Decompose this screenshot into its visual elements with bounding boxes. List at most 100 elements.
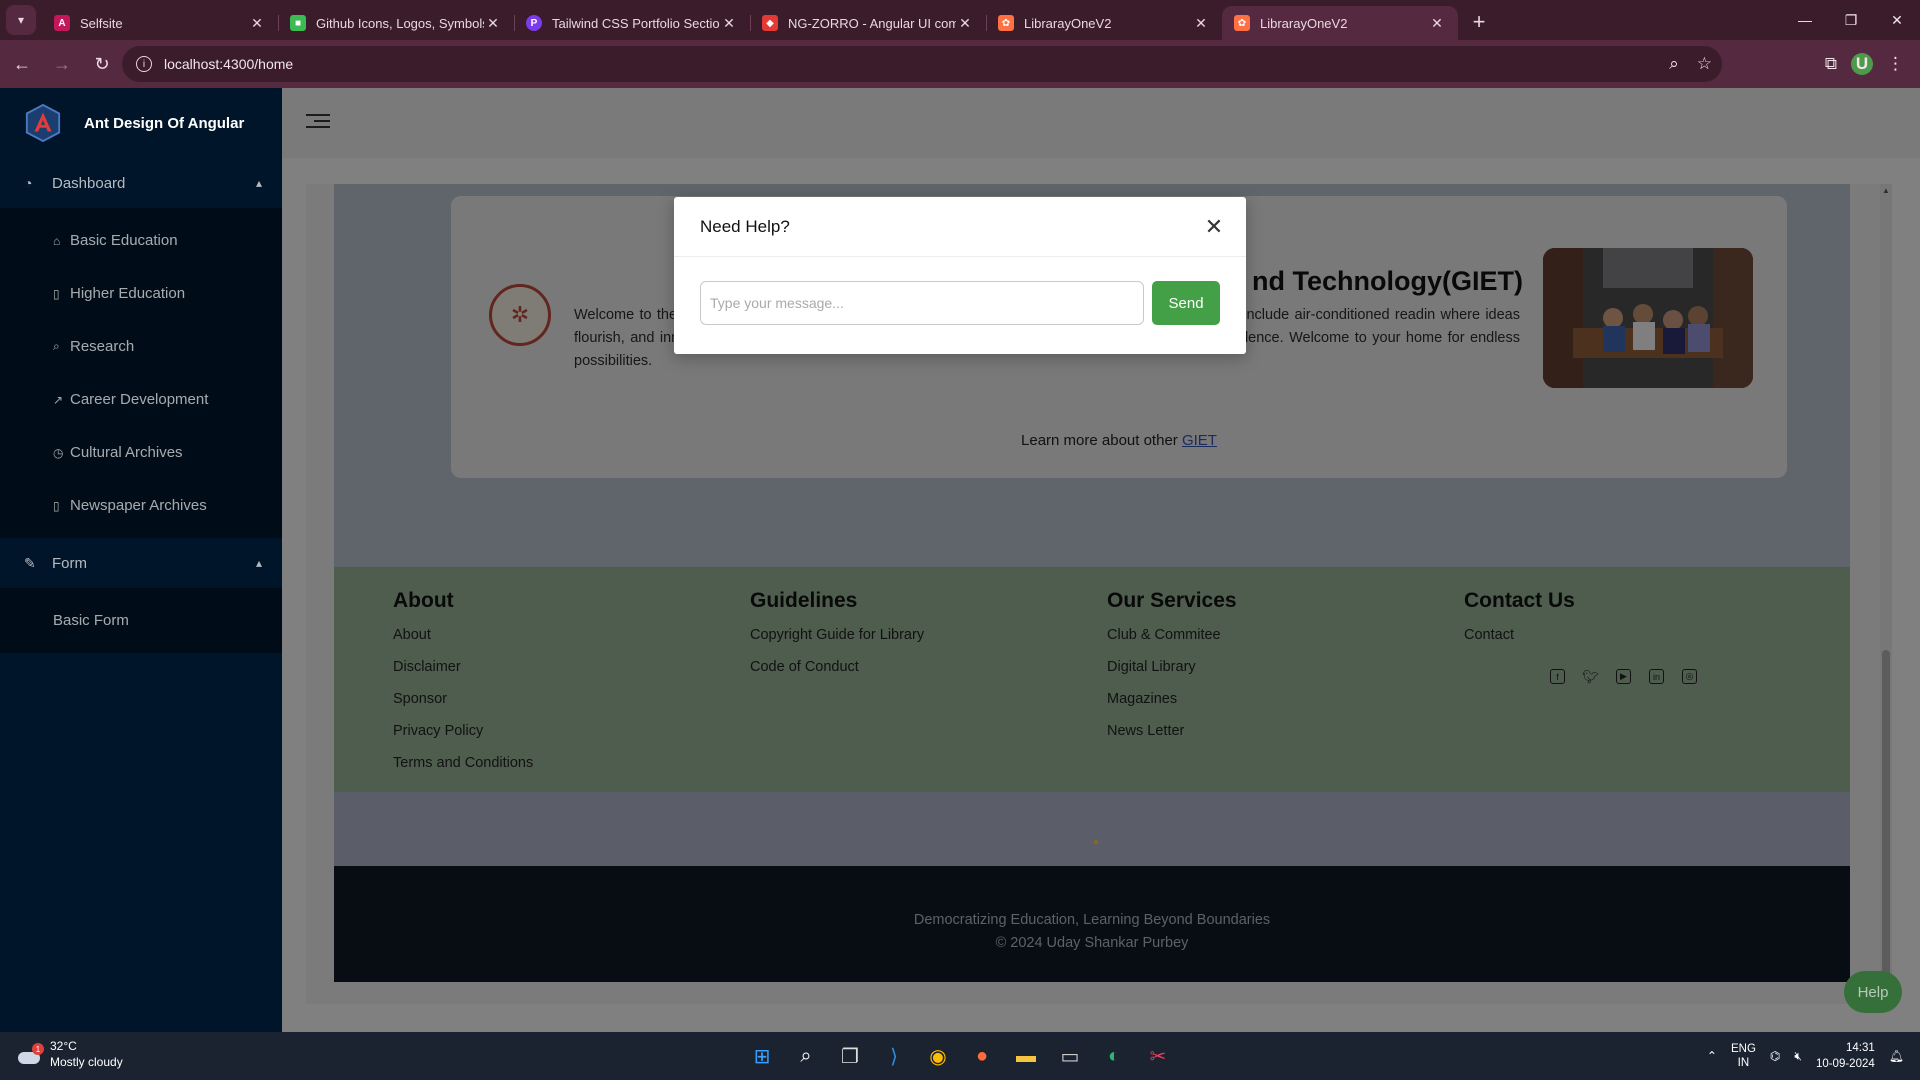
- tab-title: LibrarayOneV2: [1024, 15, 1112, 31]
- browser-tab[interactable]: ◆ NG-ZORRO - Angular UI compo ✕: [750, 6, 986, 40]
- back-arrow-icon[interactable]: ←: [4, 46, 40, 82]
- bookmark-star-icon[interactable]: ☆: [1697, 54, 1712, 74]
- book-icon: ▯: [53, 286, 60, 301]
- help-button[interactable]: Help: [1844, 971, 1902, 1013]
- angular-favicon-icon: ✿: [1234, 15, 1250, 31]
- browser-tab[interactable]: ■ Github Icons, Logos, Symbols – ✕: [278, 6, 514, 40]
- dashboard-submenu: ⌂ Basic Education ▯ Higher Education ⌕ R…: [0, 208, 282, 538]
- windows-start-icon[interactable]: ⊞: [748, 1042, 776, 1070]
- network-icon[interactable]: ⌬: [1770, 1049, 1780, 1063]
- menu-item-label: Newspaper Archives: [70, 497, 207, 514]
- tab-close-icon[interactable]: ✕: [1428, 15, 1446, 32]
- modal-header: Need Help?: [674, 197, 1246, 257]
- browser-tab[interactable]: P Tailwind CSS Portfolio Section | ✕: [514, 6, 750, 40]
- minimize-icon[interactable]: —: [1782, 0, 1828, 40]
- menu-item-label: Basic Education: [70, 232, 178, 249]
- task-view-icon[interactable]: ❐: [836, 1042, 864, 1070]
- tab-close-icon[interactable]: ✕: [248, 15, 266, 32]
- menu-item-cultural-archives[interactable]: ◷ Cultural Archives: [0, 426, 282, 479]
- menu-item-newspaper-archives[interactable]: ▯ Newspaper Archives: [0, 479, 282, 532]
- history-icon: ◷: [53, 445, 64, 460]
- browser-toolbar: ← → ↻ i localhost:4300/home ⌕ ☆ ⧉ U ⋮: [0, 40, 1920, 88]
- sidebar: Ant Design Of Angular ◔ Dashboard ▴ ⌂ Ba…: [0, 88, 282, 1032]
- tab-close-icon[interactable]: ✕: [1192, 15, 1210, 32]
- date-text: 10-09-2024: [1815, 1058, 1875, 1070]
- home-icon: ⌂: [53, 233, 61, 248]
- time-text: 14:31: [1845, 1042, 1875, 1054]
- temperature-text: 32°C: [50, 1039, 77, 1053]
- menu-item-basic-form[interactable]: Basic Form: [0, 594, 282, 647]
- language-indicator[interactable]: ENG IN: [1731, 1042, 1756, 1070]
- browser-tab-active[interactable]: ✿ LibrarayOneV2 ✕: [1222, 6, 1458, 40]
- close-icon[interactable]: ✕: [1200, 213, 1228, 241]
- vscode-icon[interactable]: ⟩: [880, 1042, 908, 1070]
- cloudy-weather-icon: 1: [14, 1042, 44, 1066]
- tab-close-icon[interactable]: ✕: [484, 15, 502, 32]
- terminal-icon[interactable]: ▭: [1056, 1042, 1084, 1070]
- tab-title: Selfsite: [80, 15, 123, 31]
- url-text[interactable]: localhost:4300/home: [164, 56, 293, 72]
- zoom-icon[interactable]: ⌕: [1669, 54, 1679, 74]
- system-tray: ⌃ ENG IN ⌬ 🔇︎ 14:31 10-09-2024 🔔︎: [1707, 1032, 1904, 1080]
- forward-arrow-icon[interactable]: →: [44, 46, 80, 82]
- reload-icon[interactable]: ↻: [84, 46, 120, 82]
- menu-item-research[interactable]: ⌕ Research: [0, 320, 282, 373]
- extensions-icon[interactable]: ⧉: [1825, 54, 1837, 74]
- taskbar-apps: ⊞ ⌕ ❐ ⟩ ◉ ● ▬ ▭ ◐ ✂: [748, 1032, 1172, 1080]
- menu-form-label: Form: [52, 554, 87, 572]
- search-icon: ⌕: [53, 339, 60, 353]
- notification-bell-icon[interactable]: 🔔︎: [1889, 1049, 1904, 1063]
- tab-title: NG-ZORRO - Angular UI compo: [788, 15, 956, 31]
- menu-item-label: Cultural Archives: [70, 444, 183, 461]
- line-chart-icon: ↗: [53, 392, 64, 407]
- weather-text: Mostly cloudy: [50, 1055, 123, 1069]
- help-modal: Need Help? ✕ Send: [674, 197, 1246, 354]
- search-icon[interactable]: ⌕: [792, 1042, 820, 1070]
- send-button[interactable]: Send: [1152, 281, 1220, 325]
- clock[interactable]: 14:31 10-09-2024: [1816, 1040, 1875, 1072]
- menu-form[interactable]: ✎ Form ▴: [0, 538, 282, 588]
- edge-icon[interactable]: ◐: [1100, 1042, 1128, 1070]
- tab-close-icon[interactable]: ✕: [720, 15, 738, 32]
- brand-logo-row[interactable]: Ant Design Of Angular: [0, 88, 282, 158]
- tab-close-icon[interactable]: ✕: [956, 15, 974, 32]
- postman-icon[interactable]: ●: [968, 1042, 996, 1070]
- chrome-icon[interactable]: ◉: [924, 1042, 952, 1070]
- windows-taskbar: 1 32°C Mostly cloudy ⊞ ⌕ ❐ ⟩ ◉ ● ▬ ▭ ◐ ✂…: [0, 1032, 1920, 1080]
- selfsite-favicon-icon: A: [54, 15, 70, 31]
- volume-muted-icon[interactable]: 🔇︎: [1794, 1049, 1802, 1064]
- snipping-tool-icon[interactable]: ✂: [1144, 1042, 1172, 1070]
- menu-dashboard[interactable]: ◔ Dashboard ▴: [0, 158, 282, 208]
- browser-menu-icon[interactable]: ⋮: [1887, 54, 1904, 74]
- dashboard-icon: ◔: [24, 175, 33, 191]
- browser-tab[interactable]: ✿ LibrarayOneV2 ✕: [986, 6, 1222, 40]
- menu-item-career-development[interactable]: ↗ Career Development: [0, 373, 282, 426]
- chevron-up-icon: ▴: [255, 556, 262, 570]
- tab-title: Github Icons, Logos, Symbols –: [316, 15, 484, 31]
- angular-logo-icon: [25, 103, 61, 143]
- tray-overflow-chevron-icon[interactable]: ⌃: [1707, 1049, 1717, 1063]
- menu-item-label: Higher Education: [70, 285, 186, 302]
- modal-body: Send: [674, 257, 1246, 349]
- window-controls: — ❐ ✕: [1782, 0, 1920, 40]
- modal-title: Need Help?: [700, 216, 790, 236]
- address-bar[interactable]: i localhost:4300/home ⌕ ☆: [122, 46, 1722, 82]
- weather-widget[interactable]: 1 32°C Mostly cloudy: [14, 1038, 123, 1070]
- close-window-icon[interactable]: ✕: [1874, 0, 1920, 40]
- menu-item-label: Research: [70, 338, 135, 355]
- message-input[interactable]: [700, 281, 1145, 325]
- tab-title: Tailwind CSS Portfolio Section |: [552, 15, 720, 31]
- form-edit-icon: ✎: [24, 554, 36, 571]
- profile-avatar[interactable]: U: [1851, 53, 1873, 75]
- new-tab-button[interactable]: +: [1464, 7, 1494, 37]
- file-explorer-icon[interactable]: ▬: [1012, 1042, 1040, 1070]
- site-info-icon[interactable]: i: [136, 56, 152, 72]
- restore-icon[interactable]: ❐: [1828, 0, 1874, 40]
- lang-top: ENG: [1730, 1043, 1756, 1055]
- menu-item-basic-education[interactable]: ⌂ Basic Education: [0, 214, 282, 267]
- menu-item-higher-education[interactable]: ▯ Higher Education: [0, 267, 282, 320]
- file-icon: ▯: [53, 498, 60, 513]
- browser-tab[interactable]: A Selfsite ✕: [42, 6, 278, 40]
- tab-search-button[interactable]: ▾: [6, 5, 36, 35]
- chevron-up-icon: ▴: [255, 176, 262, 190]
